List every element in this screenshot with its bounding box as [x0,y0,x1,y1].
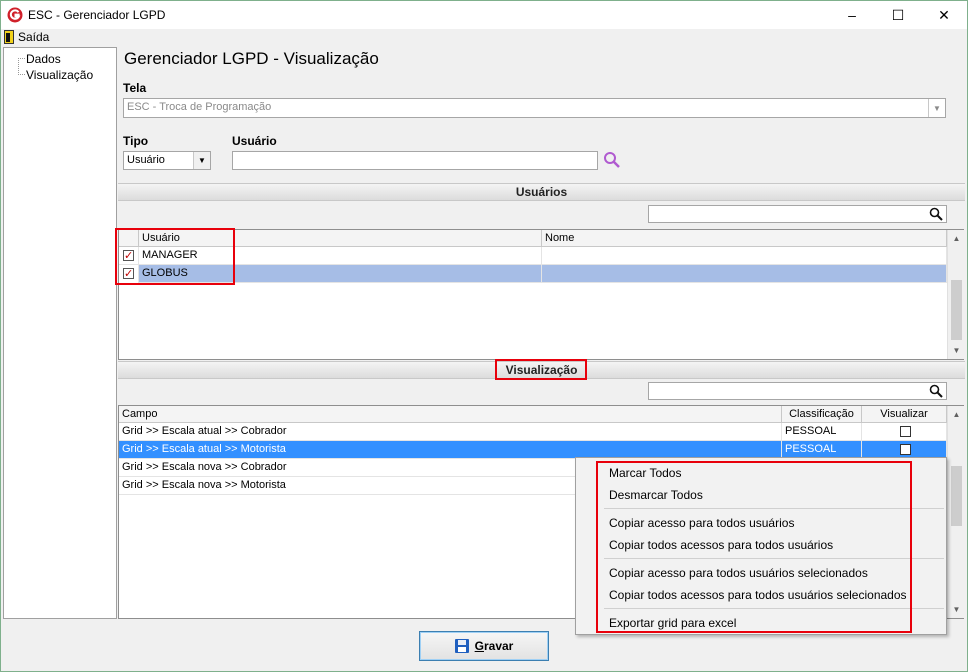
navigation-tree: Dados Visualização [3,47,117,619]
maximize-button[interactable]: ☐ [875,1,921,29]
menu-saida-label: Saída [18,30,50,44]
column-header-check [119,230,139,247]
scroll-down-icon[interactable]: ▼ [948,601,965,618]
menu-item-copiar-acesso-todos[interactable]: Copiar acesso para todos usuários [609,516,794,530]
search-icon[interactable] [929,207,943,221]
menu-item-marcar-todos[interactable]: Marcar Todos [609,466,681,480]
table-row[interactable]: MANAGER [119,247,947,265]
visualizacao-header-label: Visualização [505,363,578,377]
usuarios-scrollbar[interactable]: ▲ ▼ [947,230,964,359]
search-icon[interactable] [603,151,621,169]
tela-label: Tela [123,81,147,95]
row-checkbox[interactable] [123,266,134,283]
title-bar: ESC - Gerenciador LGPD – ☐ ✕ [1,1,967,29]
usuarios-grid: Usuário Nome MANAGER GLOBUS ▲ ▼ [118,229,964,360]
menu-item-desmarcar-todos[interactable]: Desmarcar Todos [609,488,703,502]
chevron-down-icon: ▼ [193,152,210,169]
menu-item-exportar-excel[interactable]: Exportar grid para excel [609,616,736,630]
visualizacao-search-input[interactable] [648,382,947,400]
close-icon: ✕ [938,6,950,23]
tree-connector [18,58,25,59]
usuarios-section-header: Usuários [118,183,965,201]
visualizacao-section-header: Visualização [118,361,965,379]
visualizar-checkbox[interactable] [900,444,911,455]
door-icon [4,30,14,44]
campo-cell: Grid >> Escala atual >> Cobrador [119,423,782,441]
menu-separator [604,508,944,509]
scroll-up-icon[interactable]: ▲ [948,406,965,423]
column-header-campo[interactable]: Campo [119,406,782,423]
visualizacao-grid-header: Campo Classificação Visualizar [119,406,947,423]
row-check-cell [119,265,139,283]
usuarios-grid-header: Usuário Nome [119,230,947,247]
usuarios-search-input[interactable] [648,205,947,223]
row-checkbox[interactable] [123,248,134,265]
scroll-thumb[interactable] [951,466,962,526]
scroll-thumb[interactable] [951,280,962,340]
scroll-down-icon[interactable]: ▼ [948,342,965,359]
page-title: Gerenciador LGPD - Visualização [124,49,379,68]
visualizar-checkbox[interactable] [900,426,911,437]
menu-saida[interactable]: Saída [4,30,49,44]
nome-cell [542,247,947,265]
column-header-nome[interactable]: Nome [542,230,947,247]
nome-cell [542,265,947,283]
menu-separator [604,558,944,559]
menu-item-copiar-todos-acessos-selecionados[interactable]: Copiar todos acessos para todos usuários… [609,588,907,602]
tipo-select[interactable]: Usuário ▼ [123,151,211,170]
gravar-button-label: Gravar [474,639,514,653]
usuario-input[interactable] [232,151,598,170]
usuario-cell: MANAGER [139,247,542,265]
gravar-button[interactable]: Gravar [419,631,549,661]
column-header-usuario[interactable]: Usuário [139,230,542,247]
column-header-visualizar[interactable]: Visualizar [862,406,947,423]
tela-select-value: ESC - Troca de Programação [127,101,272,113]
tela-select[interactable]: ESC - Troca de Programação ▼ [123,98,946,118]
tree-connector [18,74,25,75]
usuario-label: Usuário [232,134,277,148]
maximize-icon: ☐ [891,6,905,23]
chevron-down-icon: ▼ [928,99,945,117]
app-logo-icon [7,7,23,23]
close-button[interactable]: ✕ [921,1,967,29]
menu-bar: Saída [1,29,967,47]
usuario-cell: GLOBUS [139,265,542,283]
table-row[interactable]: GLOBUS [119,265,947,283]
visualizacao-scrollbar[interactable]: ▲ ▼ [947,406,964,618]
visualizar-cell [862,423,947,441]
app-window: ESC - Gerenciador LGPD – ☐ ✕ Saída Dados… [0,0,968,672]
tree-item-dados[interactable]: Dados [26,52,61,66]
minimize-button[interactable]: – [829,1,875,29]
scroll-up-icon[interactable]: ▲ [948,230,965,247]
column-header-classificacao[interactable]: Classificação [782,406,862,423]
row-check-cell [119,247,139,265]
menu-separator [604,608,944,609]
menu-item-copiar-acesso-selecionados[interactable]: Copiar acesso para todos usuários seleci… [609,566,868,580]
window-title: ESC - Gerenciador LGPD [28,8,166,22]
search-icon[interactable] [929,384,943,398]
classificacao-cell: PESSOAL [782,423,862,441]
minimize-icon: – [848,7,856,23]
tree-item-visualizacao[interactable]: Visualização [26,68,93,82]
tree-connector [18,60,19,75]
menu-item-copiar-todos-acessos-todos[interactable]: Copiar todos acessos para todos usuários [609,538,833,552]
tipo-label: Tipo [123,134,149,148]
floppy-icon [454,639,469,653]
table-row[interactable]: Grid >> Escala atual >> Cobrador PESSOAL [119,423,947,441]
context-menu: Marcar Todos Desmarcar Todos Copiar aces… [575,457,947,635]
tipo-select-value: Usuário [127,154,165,166]
